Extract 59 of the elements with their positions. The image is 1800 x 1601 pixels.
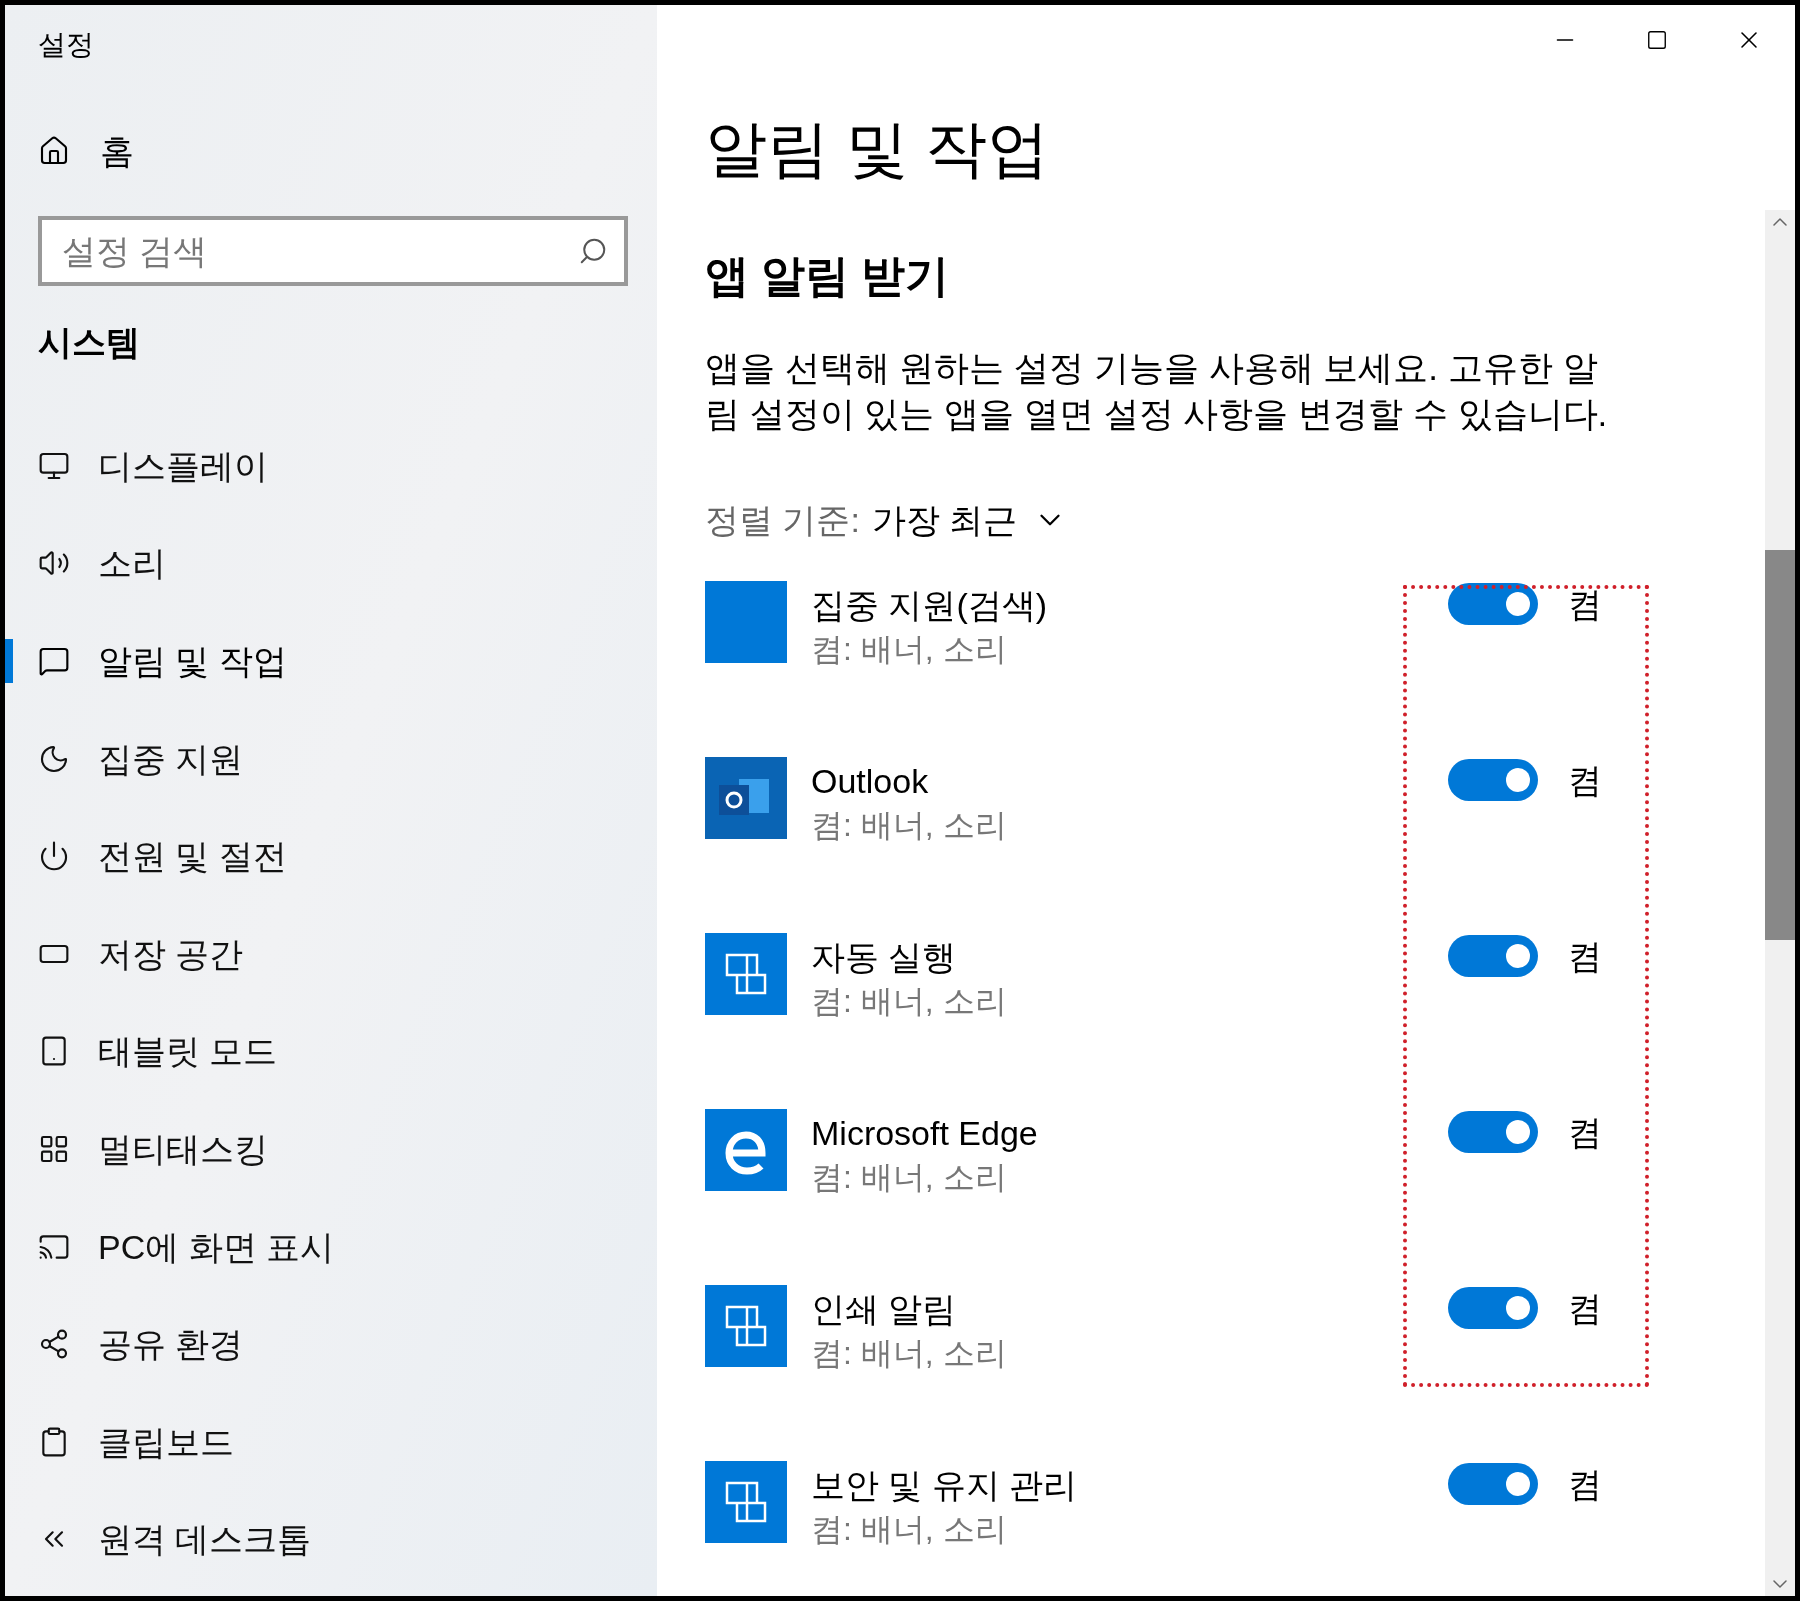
sidebar-item[interactable]: 소리 [38, 541, 166, 586]
toggle-state: 켬 [1568, 1112, 1603, 1153]
scrollbar-thumb[interactable] [1765, 550, 1795, 940]
app-status: 켬: 배너, 소리 [811, 982, 1007, 1021]
toggle-switch[interactable] [1448, 1111, 1538, 1153]
sidebar-item[interactable]: 원격 데스크톱 [38, 1517, 312, 1562]
sidebar-item[interactable]: 디스플레이 [38, 443, 268, 488]
app-window-icon [705, 933, 787, 1015]
app-status: 켬: 배너, 소리 [811, 630, 1007, 669]
page-title: 알림 및 작업 [705, 113, 1050, 185]
toggle-state: 켬 [1568, 1288, 1603, 1329]
speech-bubble-icon [38, 645, 70, 677]
app-status: 켬: 배너, 소리 [811, 1158, 1007, 1197]
sidebar-item[interactable]: 전원 및 절전 [38, 834, 287, 879]
app-name: 보안 및 유지 관리 [811, 1465, 1078, 1506]
toggle-switch[interactable] [1448, 1463, 1538, 1505]
app-name: 자동 실행 [811, 937, 957, 978]
sidebar-item[interactable]: 태블릿 모드 [38, 1029, 278, 1074]
app-status: 켬: 배너, 소리 [811, 1510, 1007, 1549]
power-icon [38, 840, 70, 873]
sidebar-item[interactable]: 공유 환경 [38, 1322, 244, 1367]
edge-icon [705, 1109, 787, 1191]
sidebar-item[interactable]: 클립보드 [38, 1419, 234, 1464]
toggle-switch[interactable] [1448, 1287, 1538, 1329]
sidebar-item[interactable]: PC에 화면 표시 [38, 1224, 335, 1269]
home-link[interactable]: 홈 [38, 129, 134, 173]
section-heading: 시스템 [38, 322, 140, 363]
toggle-state: 켬 [1568, 760, 1603, 801]
app-name: 집중 지원(검색) [811, 585, 1048, 626]
app-status: 켬: 배너, 소리 [811, 1334, 1007, 1373]
search-icon [578, 236, 608, 266]
toggle-switch[interactable] [1448, 583, 1538, 625]
toggle-switch[interactable] [1448, 759, 1538, 801]
sort-label: 정렬 기준: [705, 500, 860, 541]
home-icon [38, 135, 70, 167]
sidebar-item[interactable]: 알림 및 작업 [38, 639, 287, 683]
sort-dropdown[interactable]: 가장 최근 [871, 498, 1068, 542]
sidebar-item[interactable]: 저장 공간 [38, 931, 244, 976]
scrollbar[interactable] [1765, 210, 1795, 1596]
toggle-state: 켬 [1568, 584, 1603, 625]
app-name: 인쇄 알림 [811, 1289, 957, 1330]
app-window-icon [705, 1461, 787, 1543]
sidebar-item[interactable]: 멀티태스킹 [38, 1126, 268, 1171]
window-title: 설정 [38, 28, 94, 62]
app-window-icon [705, 1285, 787, 1367]
outlook-icon [705, 757, 787, 839]
app-name: Outlook [811, 761, 929, 802]
app-status: 켬: 배너, 소리 [811, 806, 1007, 845]
description-text: 앱을 선택해 원하는 설정 기능을 사용해 보세요. 고유한 알림 설정이 있는 앱을 열면 설정 사항을 변경할 수 있습니다. [705, 347, 1609, 435]
section-title: 앱 알림 받기 [705, 250, 950, 302]
toggle-state: 켬 [1568, 936, 1603, 977]
maximize-icon[interactable] [1646, 29, 1668, 51]
toggle-switch[interactable] [1448, 935, 1538, 977]
sidebar-item[interactable]: 집중 지원 [38, 736, 244, 781]
app-icon [705, 581, 787, 663]
search-field[interactable]: 설정 검색 [38, 216, 628, 286]
app-name: Microsoft Edge [811, 1113, 1038, 1154]
toggle-state: 켬 [1568, 1464, 1603, 1505]
share-icon [38, 1328, 70, 1361]
